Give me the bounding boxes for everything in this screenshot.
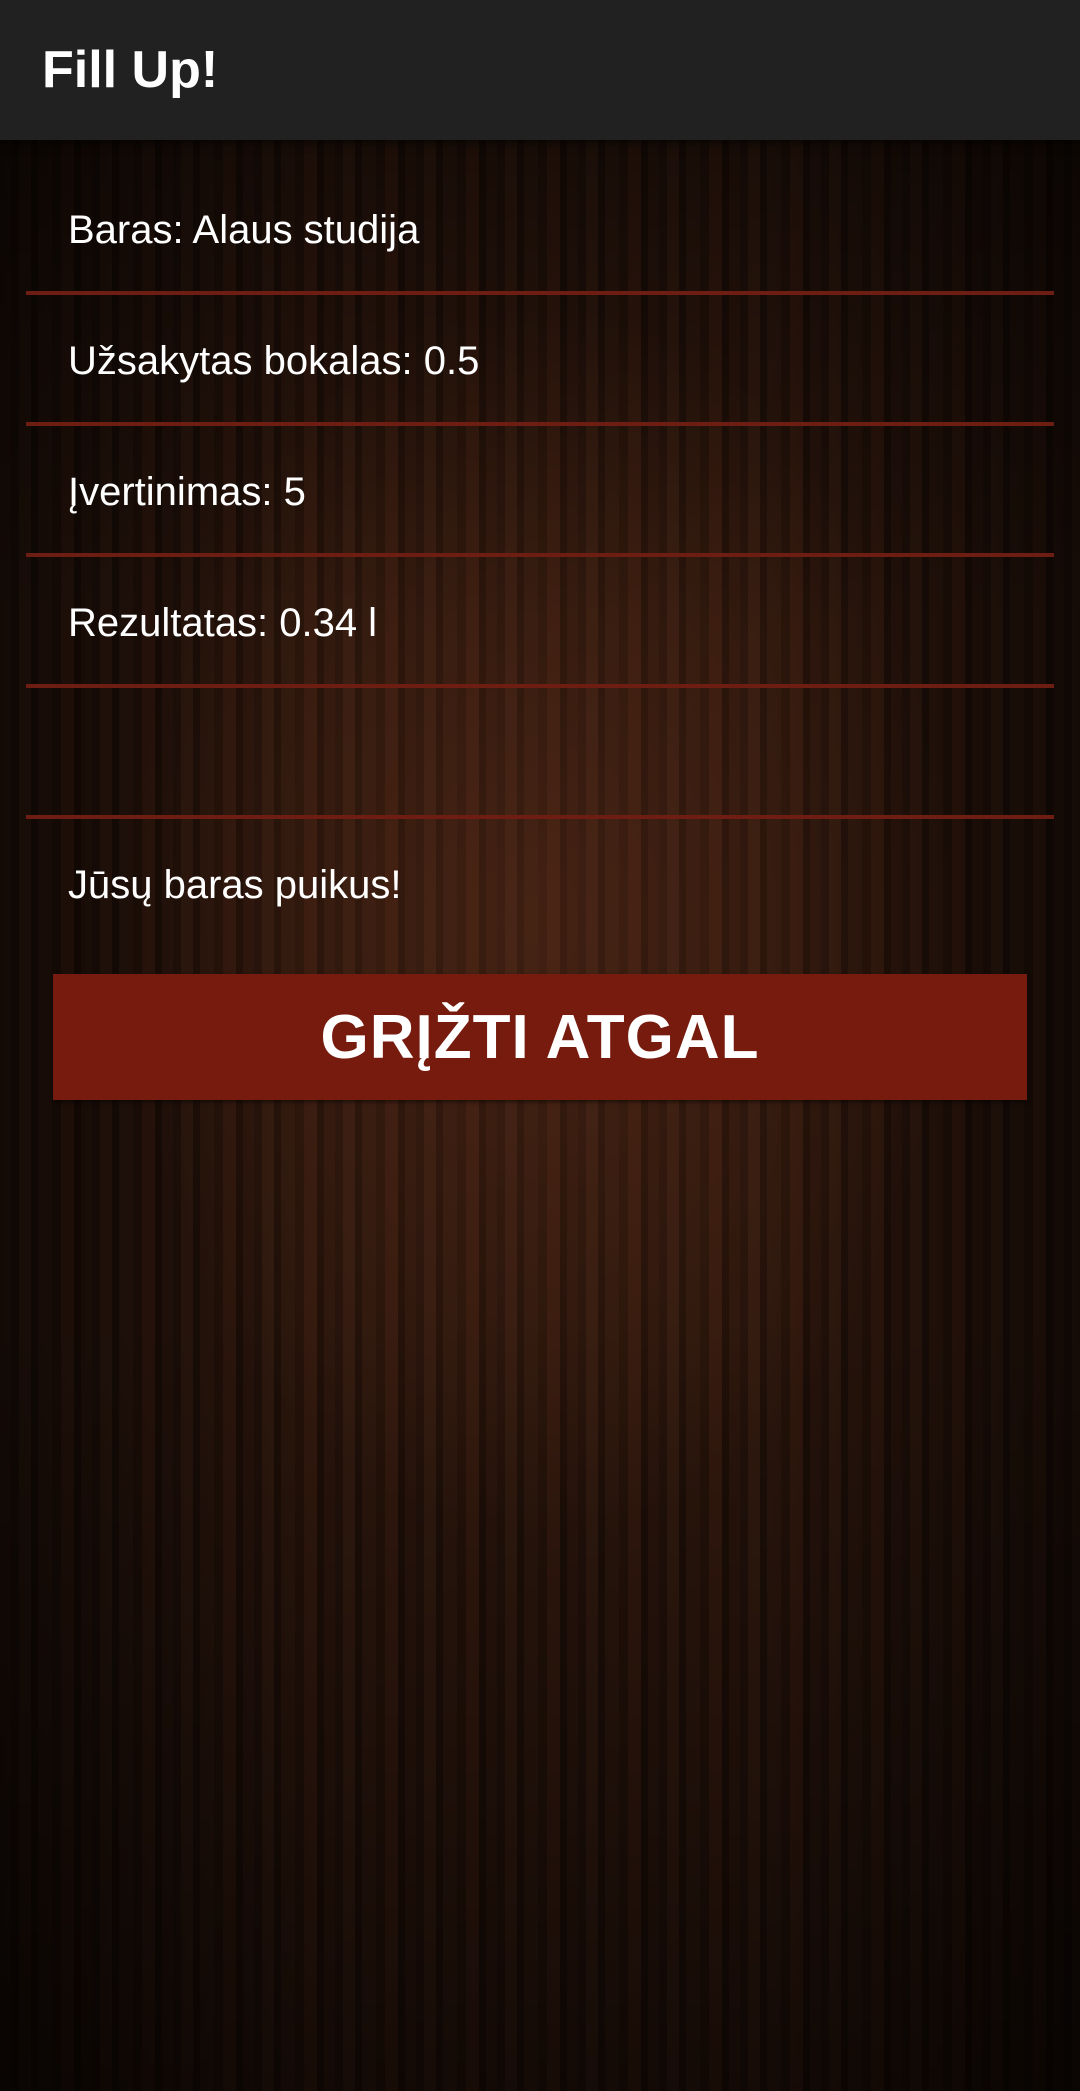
app-bar: Fill Up! — [0, 0, 1080, 140]
back-button[interactable]: GRĮŽTI ATGAL — [53, 974, 1027, 1100]
divider — [26, 422, 1054, 426]
rating-text: Įvertinimas: 5 — [68, 470, 306, 514]
divider — [26, 815, 1054, 819]
ordered-glass-text: Užsakytas bokalas: 0.5 — [68, 339, 480, 383]
result-screen: Baras: Alaus studija Užsakytas bokalas: … — [0, 140, 1080, 2091]
divider — [26, 291, 1054, 295]
app-title: Fill Up! — [42, 41, 219, 99]
divider — [26, 553, 1054, 557]
result-text: Rezultatas: 0.34 l — [68, 601, 378, 645]
back-button-label: GRĮŽTI ATGAL — [320, 1002, 760, 1072]
divider — [26, 684, 1054, 688]
message-text: Jūsų baras puikus! — [68, 863, 402, 907]
bar-name-text: Baras: Alaus studija — [68, 208, 420, 252]
